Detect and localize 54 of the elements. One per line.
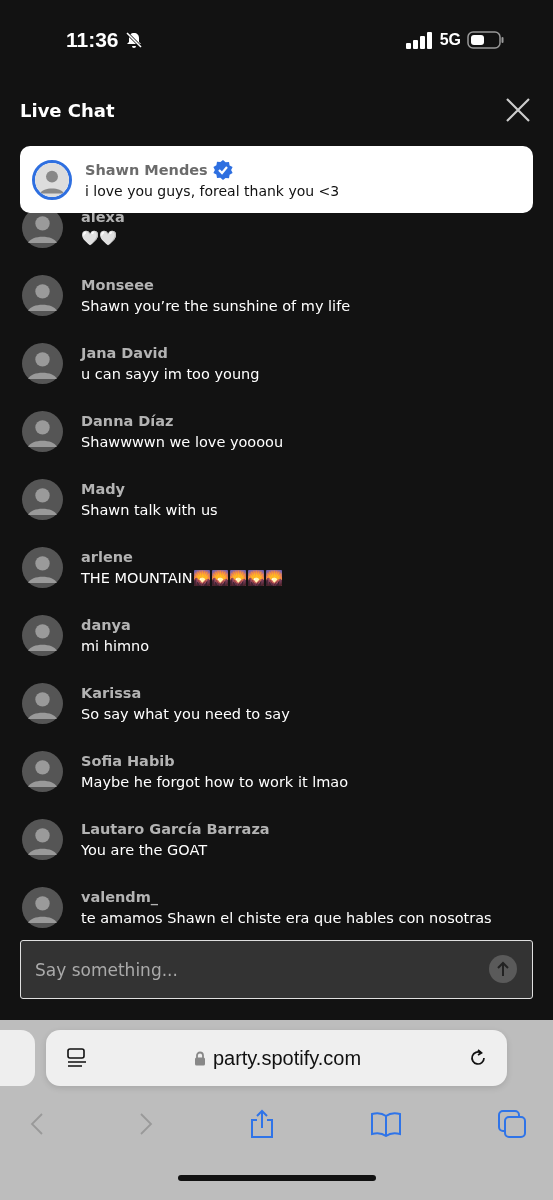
forward-icon[interactable] — [139, 1112, 154, 1136]
avatar — [22, 887, 63, 928]
message-text: Shawn you’re the sunshine of my life — [81, 298, 351, 314]
address-bar[interactable]: party.spotify.com — [46, 1030, 507, 1086]
url-text: party.spotify.com — [212, 1046, 362, 1070]
arrow-up-icon — [496, 961, 510, 977]
message-text: Shawwwwn we love yoooou — [81, 434, 284, 450]
avatar — [22, 547, 63, 588]
tabs-icon[interactable] — [497, 1109, 527, 1139]
battery-icon — [467, 31, 505, 49]
sender-name: danya — [81, 617, 132, 633]
avatar — [22, 411, 63, 452]
message-text: i love you guys, foreal thank you <3 — [85, 183, 340, 199]
lock-icon — [193, 1050, 206, 1066]
message-text: mi himno — [81, 638, 150, 654]
back-icon[interactable] — [30, 1112, 44, 1136]
avatar — [22, 615, 63, 656]
share-icon[interactable] — [248, 1109, 275, 1139]
avatar — [22, 343, 63, 384]
avatar — [22, 819, 63, 860]
avatar — [22, 275, 63, 316]
chat-title: Live Chat — [20, 99, 115, 121]
message-text: So say what you need to say — [81, 706, 290, 722]
message-text: You are the GOAT — [81, 842, 209, 858]
message-text: Maybe he forgot how to work it lmao — [81, 774, 349, 790]
sender-name: alexa — [81, 208, 125, 225]
message-input-field[interactable]: Say something... — [20, 940, 533, 999]
bell-muted-icon — [124, 31, 143, 49]
sender-name: Jana David — [81, 345, 169, 361]
sender-name: valendm_ — [81, 889, 160, 905]
avatar — [22, 751, 63, 792]
message-text: u can sayy im too young — [81, 366, 260, 382]
clock: 11:36 — [66, 28, 119, 52]
avatar — [22, 479, 63, 520]
sender-name: Monseee — [81, 277, 155, 293]
reader-icon[interactable] — [66, 1047, 88, 1069]
sender-name: Danna Díaz — [81, 413, 175, 429]
message-text: Shawn talk with us — [81, 502, 218, 518]
book-icon[interactable] — [369, 1111, 402, 1137]
message-text: te amamos Shawn el chiste era que hables con nosotras — [81, 910, 492, 926]
network-label: 5G — [439, 31, 461, 49]
message-text: THE MOUNTAIN🌄🌄🌄🌄🌄 — [81, 569, 283, 587]
avatar — [32, 159, 72, 200]
signal-icon — [405, 31, 434, 49]
sender-name: Karissa — [81, 685, 143, 701]
sender-name: Sofia Habib — [81, 753, 176, 769]
sender-name: Shawn Mendes — [85, 162, 208, 178]
avatar — [22, 683, 63, 724]
sender-name: Lautaro García Barraza — [81, 821, 270, 837]
sender-name: arlene — [81, 548, 134, 565]
message-text: 🤍🤍 — [81, 229, 118, 247]
close-icon[interactable] — [505, 97, 531, 123]
tab-card[interactable] — [0, 1030, 35, 1086]
sender-name: Mady — [81, 481, 127, 497]
